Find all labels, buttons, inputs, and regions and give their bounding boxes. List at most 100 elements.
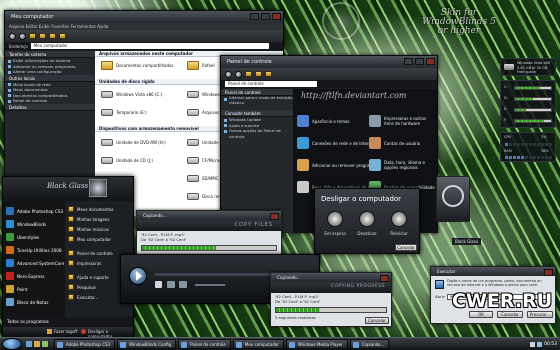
maximize-button[interactable]	[415, 58, 424, 65]
browse-button[interactable]: Procurar...	[527, 311, 553, 318]
logoff-button[interactable]: Fazer logoff	[47, 329, 77, 334]
program-item[interactable]: Adobe Photoshop CS3	[6, 207, 63, 215]
program-item[interactable]: TuneUp Utilities 2008	[6, 246, 62, 254]
search-icon[interactable]	[255, 71, 262, 77]
start-menu-header: Black Glass	[3, 177, 133, 199]
cancel-button[interactable]: Cancelar	[395, 244, 417, 251]
program-item[interactable]: WindowBlinds	[6, 220, 46, 228]
browser-icon[interactable]	[34, 341, 40, 347]
close-button[interactable]	[380, 275, 389, 282]
back-icon[interactable]	[225, 70, 232, 78]
next-button[interactable]	[179, 281, 187, 288]
folders-icon[interactable]	[49, 33, 56, 39]
forward-icon[interactable]	[235, 70, 242, 78]
maximize-button[interactable]	[261, 13, 270, 20]
volume-slider[interactable]	[195, 284, 225, 286]
minimize-button[interactable]	[250, 13, 259, 20]
hard-disk-icon	[101, 91, 113, 98]
disk-gadget: Windows Vista x86 5.62 GB of 30 GB Free …	[500, 58, 556, 76]
close-button[interactable]	[426, 58, 435, 65]
restart-label: Reiniciar	[390, 231, 408, 236]
search-icon[interactable]	[39, 33, 46, 39]
program-item[interactable]: Nero Express	[6, 272, 45, 280]
place-item[interactable]: Pesquisar	[68, 284, 96, 290]
program-item[interactable]: Uberstyles	[6, 233, 39, 241]
ok-button[interactable]: OK	[469, 311, 493, 318]
program-item[interactable]: Bloco de Notas	[6, 298, 48, 306]
category-date-time[interactable]: Data, hora, idioma e opções regionais	[369, 159, 435, 171]
removable-item[interactable]: Unidade de DVD-RW (H:)	[101, 139, 166, 146]
place-item[interactable]: Meus documentos	[68, 206, 114, 212]
place-item[interactable]: Minhas imagens	[68, 216, 110, 222]
file-item[interactable]: Rafael	[187, 61, 215, 70]
back-icon[interactable]	[9, 32, 16, 40]
drive-item[interactable]: Temporario (E:)	[101, 109, 147, 116]
program-item[interactable]: Paint	[6, 285, 27, 293]
close-button[interactable]	[270, 213, 279, 220]
taskbar-item[interactable]: Windows Media Player	[285, 339, 348, 349]
stop-button[interactable]	[155, 281, 162, 288]
place-item[interactable]: Minhas músicas	[68, 226, 109, 232]
place-item[interactable]: Painel de controle	[68, 250, 113, 256]
file-item[interactable]: Documentos compartilhados	[101, 61, 174, 70]
media-icon[interactable]	[42, 341, 48, 347]
volume-icon[interactable]	[530, 341, 536, 347]
category-hardware[interactable]: Impressoras e outros itens de hardware	[369, 115, 435, 127]
folder-up-icon[interactable]	[245, 71, 252, 77]
see-also-link[interactable]: Outras opções do Painel de controle	[221, 128, 293, 139]
minimize-button[interactable]	[404, 58, 413, 65]
place-item[interactable]: Impressoras	[68, 260, 101, 266]
address-field[interactable]: Painel de controle	[225, 81, 317, 87]
category-accounts[interactable]: Contas de usuário	[369, 137, 420, 149]
category-appearance[interactable]: Aparência e temas	[297, 115, 350, 127]
taskbar-item[interactable]: Copiando...	[349, 339, 390, 349]
explorer-menubar[interactable]: Arquivo Editar Exibir Favoritos Ferramen…	[5, 23, 283, 30]
place-item[interactable]: Meu computador	[68, 236, 111, 242]
forward-icon[interactable]	[19, 32, 26, 40]
standby-button[interactable]	[327, 211, 343, 227]
run-dialog-titlebar[interactable]: Executar	[431, 267, 555, 276]
folders-icon[interactable]	[265, 71, 272, 77]
run-description: Digite o nome de um programa, pasta, doc…	[447, 279, 542, 287]
drive-item[interactable]: Windows Vista x86 (C:)	[101, 91, 162, 98]
category-programs[interactable]: Adicionar ou remover programas	[297, 159, 378, 171]
sidebar-section-places[interactable]: Outros locais	[5, 74, 95, 82]
copy-dialog-titlebar[interactable]: Copiando...	[271, 273, 391, 282]
turn-off-button[interactable]	[359, 211, 375, 227]
cancel-button[interactable]: Cancelar	[497, 311, 523, 318]
views-icon[interactable]	[59, 33, 66, 39]
sidebar-link[interactable]: Alterar uma configuração	[5, 69, 95, 75]
avatar[interactable]	[89, 179, 107, 197]
place-item[interactable]: Ajuda e suporte	[68, 274, 109, 280]
previous-button[interactable]	[167, 281, 175, 288]
sidebar-link[interactable]: Painel de controle	[5, 98, 95, 104]
place-item[interactable]: Executar...	[68, 294, 98, 300]
copy-dialog-titlebar[interactable]: Copiando...	[137, 211, 281, 220]
clock[interactable]: 00:53	[544, 342, 557, 347]
start-button[interactable]	[2, 338, 22, 350]
close-button[interactable]	[544, 269, 553, 276]
cancel-button[interactable]: Cancelar	[365, 317, 389, 324]
control-panel-titlebar[interactable]: Painel de controle	[221, 56, 437, 68]
taskbar-item[interactable]: Meu computador	[232, 339, 284, 349]
taskbar-item[interactable]: WindowBlinds Config	[117, 339, 177, 349]
removable-item[interactable]: Unidade de CD (J:)	[101, 157, 153, 164]
sidebar-section-tasks[interactable]: Tarefas do sistema	[5, 51, 95, 58]
category-network[interactable]: Conexões de rede e de Internet	[297, 137, 375, 149]
restart-button[interactable]	[391, 211, 407, 227]
explorer-titlebar[interactable]: Meu computador	[5, 11, 283, 23]
taskbar-item[interactable]: Painel de controle	[178, 339, 231, 349]
close-button[interactable]	[272, 13, 281, 20]
address-field[interactable]: Meu computador	[30, 43, 269, 49]
program-item[interactable]: Advanced SystemCare	[6, 259, 64, 267]
classic-view-link[interactable]: Alternar para o modo de exibição clássic…	[221, 95, 293, 106]
show-desktop-icon[interactable]	[26, 341, 32, 347]
address-label: Endereço	[9, 43, 28, 49]
sidebar-section-details[interactable]: Detalhes	[5, 103, 95, 111]
all-programs-button[interactable]: Todos os programas	[7, 319, 49, 324]
drive-usage-bar	[514, 86, 552, 90]
network-icon[interactable]	[537, 341, 543, 347]
folder-up-icon[interactable]	[29, 33, 36, 39]
taskbar-item[interactable]: Adobe Photoshop CS3	[54, 339, 116, 349]
sidebar-section-see-also[interactable]: Consulte também	[221, 110, 293, 117]
